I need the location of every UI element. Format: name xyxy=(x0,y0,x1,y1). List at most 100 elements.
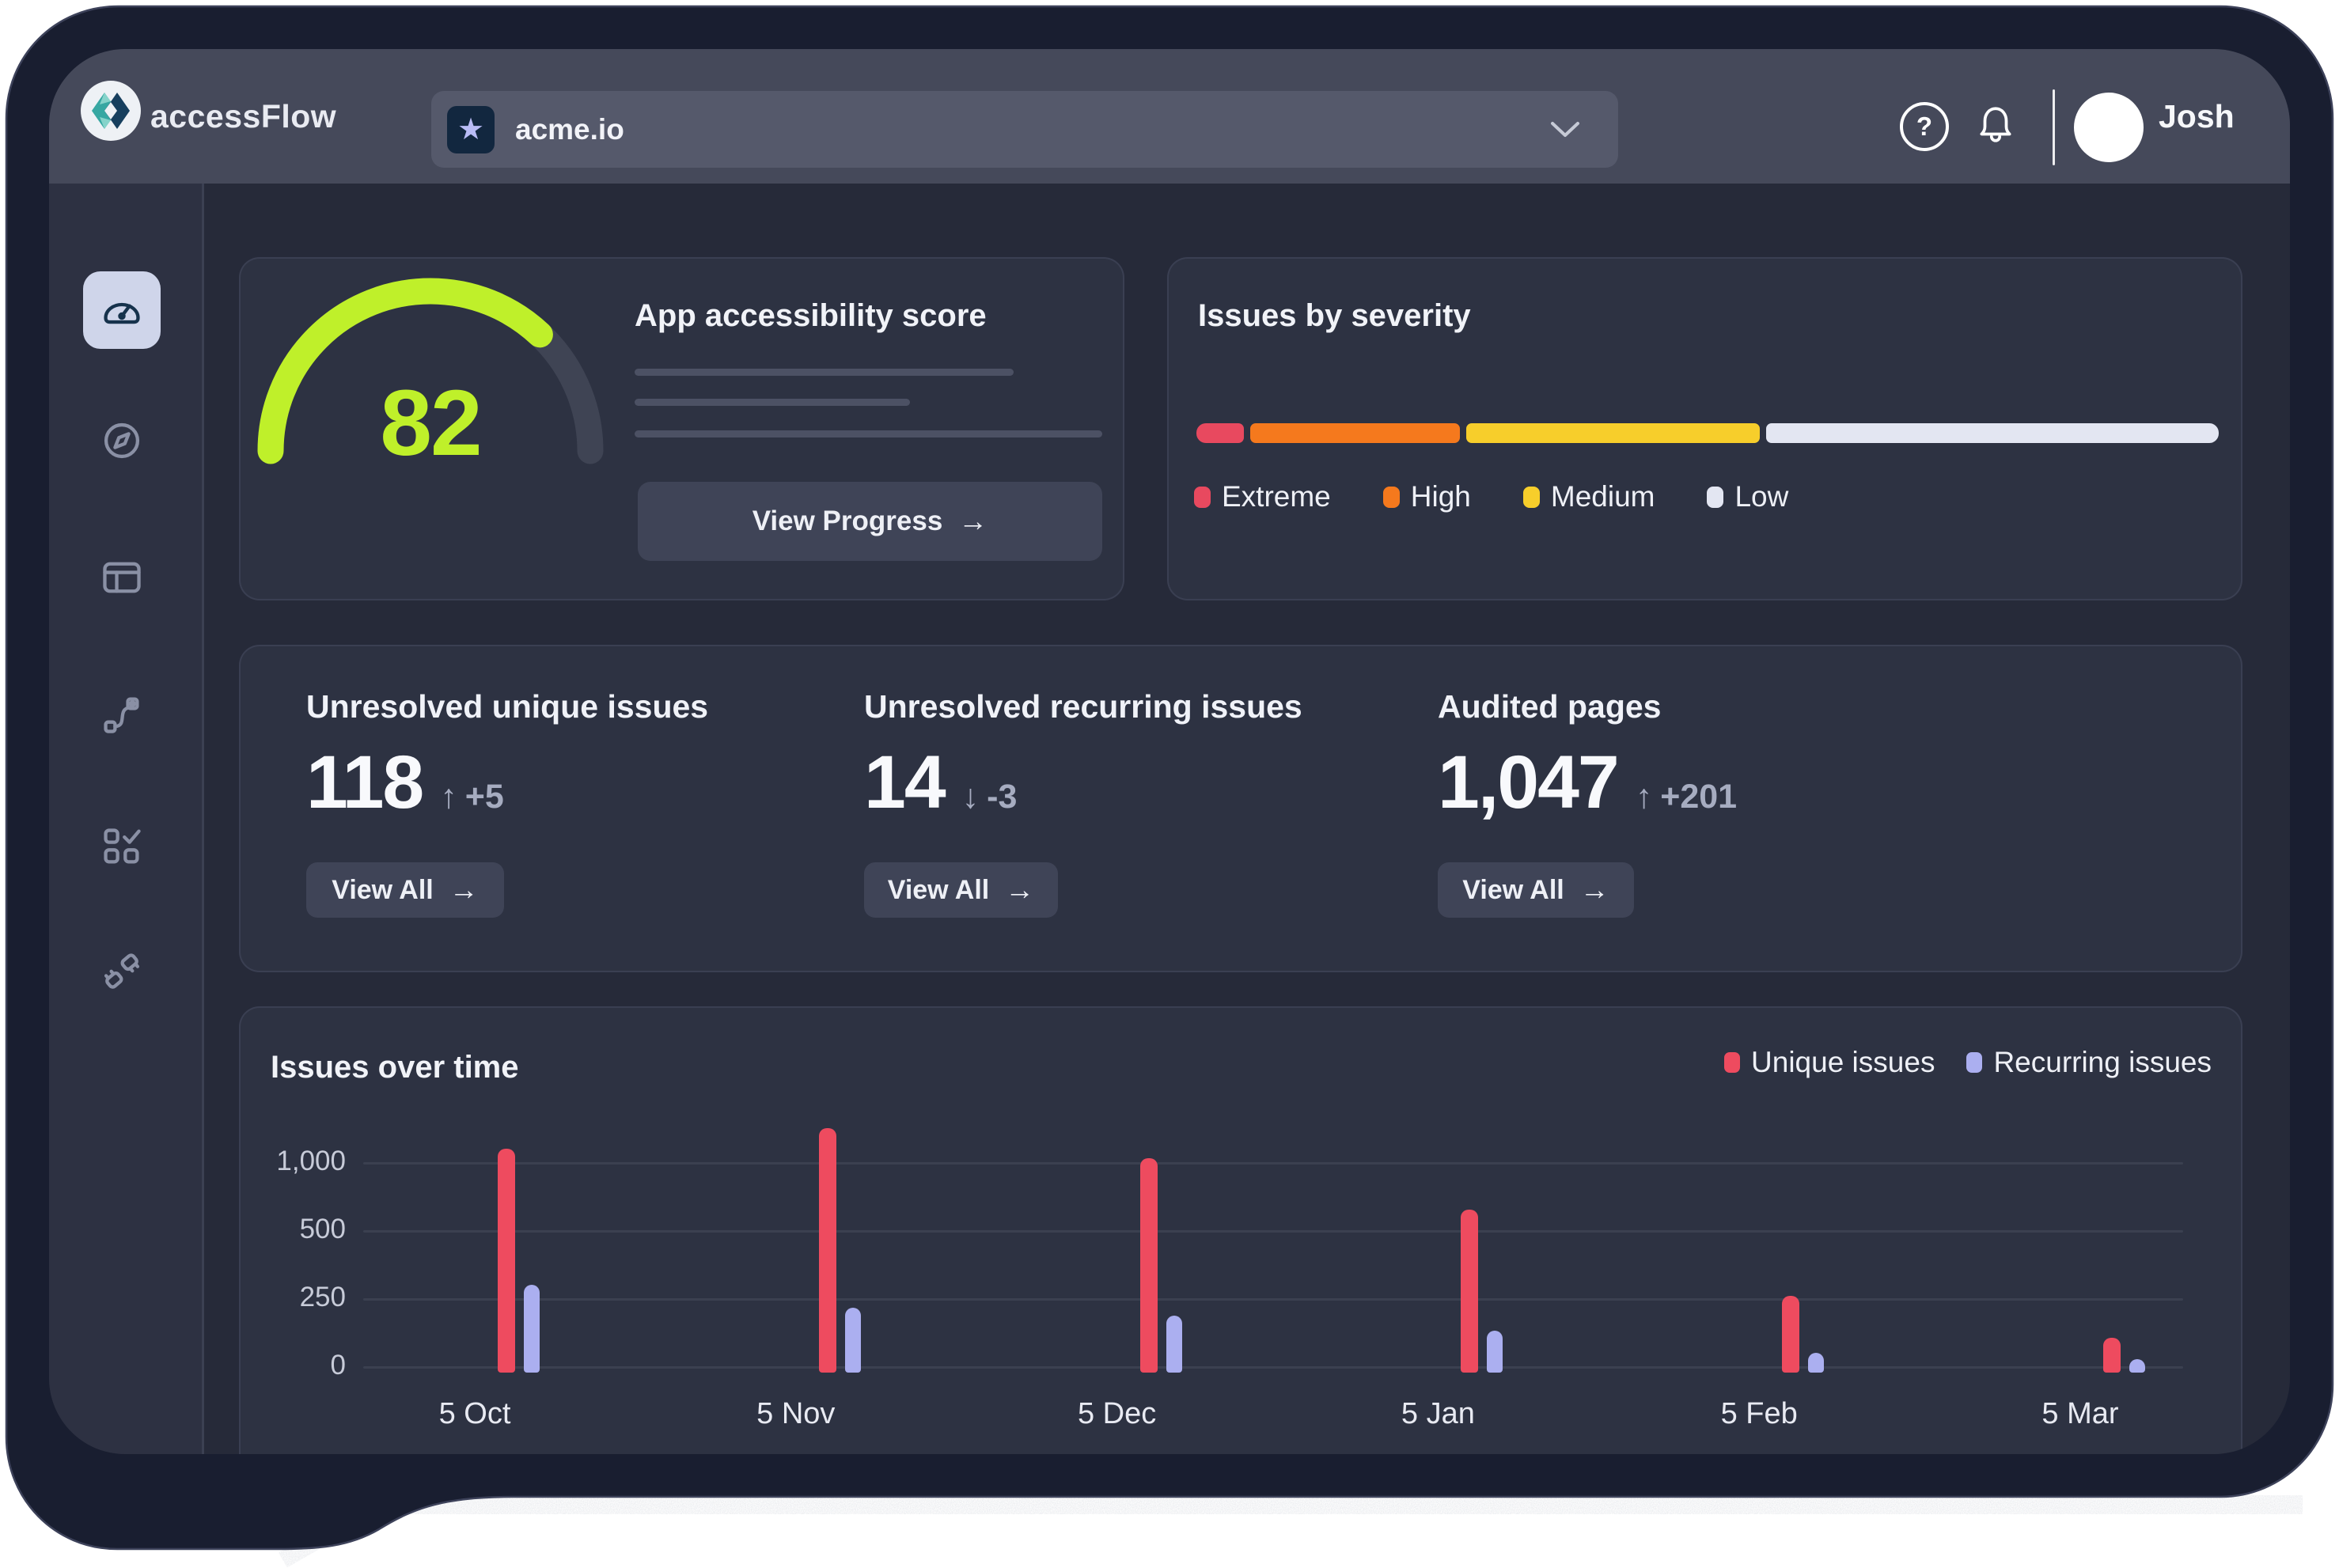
sidebar-item-tasks[interactable] xyxy=(83,808,161,885)
placeholder-line xyxy=(635,430,1102,437)
view-all-button[interactable]: View All → xyxy=(1438,862,1634,918)
grid-check-icon xyxy=(100,824,144,869)
x-tick-label: 5 Dec xyxy=(1030,1397,1204,1431)
app-window: accessFlow ★ acme.io ? Josh xyxy=(49,49,2290,1454)
y-tick-label: 500 xyxy=(241,1214,346,1245)
top-bar: accessFlow ★ acme.io ? Josh xyxy=(49,49,2290,184)
sidebar-item-pages[interactable] xyxy=(83,539,161,616)
x-tick-label: 5 Nov xyxy=(709,1397,883,1431)
workspace-name: acme.io xyxy=(515,113,624,146)
severity-legend: Extreme High Medium Low xyxy=(1194,480,1788,513)
legend-swatch xyxy=(1383,487,1400,508)
arrow-up-icon: ↑ xyxy=(1636,778,1653,816)
bar-recurring-issues-5-Mar xyxy=(2129,1359,2145,1373)
bar-recurring-issues-5-Feb xyxy=(1808,1353,1824,1373)
score-card: 82 App accessibility score View Progress… xyxy=(239,257,1124,600)
legend-swatch xyxy=(1523,487,1540,508)
view-progress-label: View Progress xyxy=(752,506,943,537)
severity-segment-high xyxy=(1250,423,1460,443)
gridline-0 xyxy=(363,1366,2183,1369)
x-tick-label: 5 Jan xyxy=(1351,1397,1525,1431)
score-value: 82 xyxy=(335,369,525,477)
view-all-button[interactable]: View All → xyxy=(306,862,504,918)
issues-over-time-card: Issues over time Unique issuesRecurring … xyxy=(239,1006,2242,1454)
placeholder-line xyxy=(635,369,1014,376)
stat-delta: -3 xyxy=(987,778,1017,816)
x-tick-label: 5 Feb xyxy=(1672,1397,1846,1431)
star-icon: ★ xyxy=(457,115,484,145)
y-tick-label: 250 xyxy=(241,1282,346,1313)
severity-card: Issues by severity Extreme High Medium Low xyxy=(1167,257,2242,600)
header-divider xyxy=(2053,89,2055,165)
y-tick-label: 1,000 xyxy=(241,1146,346,1177)
workspace-selector[interactable]: ★ acme.io xyxy=(431,91,1618,168)
view-all-button[interactable]: View All → xyxy=(864,862,1058,918)
gridline-250 xyxy=(363,1298,2183,1301)
arrow-right-icon: → xyxy=(449,873,479,907)
legend-swatch xyxy=(1194,487,1211,508)
bar-unique-issues-5-Dec xyxy=(1140,1158,1158,1373)
view-progress-button[interactable]: View Progress → xyxy=(638,482,1102,561)
y-tick-label: 0 xyxy=(241,1350,346,1381)
stat-title: Unresolved recurring issues xyxy=(864,688,1302,725)
sidebar-item-dashboard[interactable] xyxy=(83,271,161,349)
sidebar-item-discover[interactable] xyxy=(83,402,161,479)
bar-unique-issues-5-Mar xyxy=(2103,1338,2121,1373)
legend-label: Extreme xyxy=(1222,480,1331,513)
layout-icon xyxy=(100,555,144,600)
stat-title: Audited pages xyxy=(1438,688,1661,725)
legend-swatch xyxy=(1707,487,1723,508)
route-icon xyxy=(100,692,144,737)
severity-segment-extreme xyxy=(1196,423,1244,443)
user-name[interactable]: Josh xyxy=(2159,49,2235,184)
avatar[interactable] xyxy=(2074,93,2144,162)
stat-value: 1,047 xyxy=(1438,740,1618,826)
legend-item-low: Low xyxy=(1707,480,1788,513)
stat-value: 14 xyxy=(864,740,945,826)
arrow-down-icon: ↓ xyxy=(962,778,980,816)
stats-card: Unresolved unique issues 118 ↑+5 View Al… xyxy=(239,645,2242,972)
x-tick-label: 5 Mar xyxy=(1993,1397,2167,1431)
speedometer-icon xyxy=(100,288,144,332)
legend-label: High xyxy=(1411,480,1471,513)
bar-unique-issues-5-Feb xyxy=(1782,1296,1799,1373)
bell-icon[interactable] xyxy=(1974,103,2017,146)
arrow-up-icon: ↑ xyxy=(440,778,457,816)
chart-plot-area: 02505001,0005 Oct5 Nov5 Dec5 Jan5 Feb5 M… xyxy=(241,1008,2241,1454)
arrow-right-icon: → xyxy=(958,505,988,538)
plug-icon xyxy=(100,949,144,993)
legend-item-medium: Medium xyxy=(1523,480,1655,513)
stat-delta: +5 xyxy=(465,778,504,816)
stat-title: Unresolved unique issues xyxy=(306,688,708,725)
view-all-label: View All xyxy=(888,875,990,906)
gridline-1000 xyxy=(363,1162,2183,1165)
bar-unique-issues-5-Jan xyxy=(1461,1210,1478,1373)
accessflow-logo-icon xyxy=(81,81,141,141)
gridline-500 xyxy=(363,1230,2183,1233)
compass-icon xyxy=(100,419,144,463)
placeholder-line xyxy=(635,399,910,406)
bar-unique-issues-5-Oct xyxy=(498,1149,515,1373)
legend-item-extreme: Extreme xyxy=(1194,480,1331,513)
sidebar xyxy=(49,184,204,1454)
stat-value: 118 xyxy=(306,740,423,826)
help-icon[interactable]: ? xyxy=(1900,102,1949,151)
chevron-down-icon xyxy=(1550,121,1580,138)
severity-segment-medium xyxy=(1466,423,1761,443)
bar-recurring-issues-5-Dec xyxy=(1166,1316,1182,1373)
legend-item-high: High xyxy=(1383,480,1471,513)
view-all-label: View All xyxy=(332,875,434,906)
bar-recurring-issues-5-Nov xyxy=(845,1308,861,1373)
bar-recurring-issues-5-Jan xyxy=(1487,1331,1503,1373)
severity-card-title: Issues by severity xyxy=(1198,298,1471,334)
severity-segment-low xyxy=(1766,423,2219,443)
legend-label: Low xyxy=(1734,480,1788,513)
sidebar-item-flows[interactable] xyxy=(83,676,161,753)
workspace-badge: ★ xyxy=(447,106,495,153)
arrow-right-icon: → xyxy=(1580,873,1609,907)
brand-name: accessFlow xyxy=(150,49,336,184)
legend-label: Medium xyxy=(1551,480,1655,513)
arrow-right-icon: → xyxy=(1005,873,1034,907)
view-all-label: View All xyxy=(1462,875,1564,906)
sidebar-item-integrations[interactable] xyxy=(83,932,161,1009)
